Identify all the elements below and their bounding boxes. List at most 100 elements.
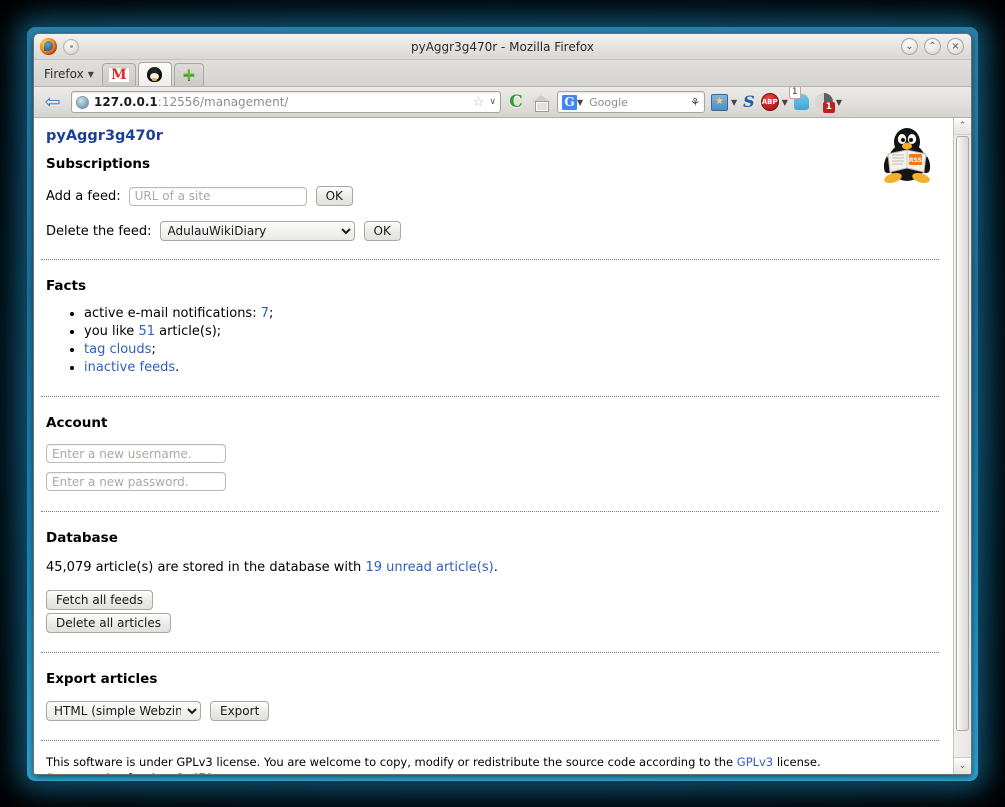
fact-suffix: ; (269, 306, 274, 321)
url-text: 127.0.0.1:12556/management/ (94, 95, 288, 109)
fact-suffix: ; (151, 342, 156, 357)
inactive-feeds-link[interactable]: inactive feeds (84, 360, 175, 375)
gplv3-link[interactable]: GPLv3 (737, 755, 773, 769)
browser-window: pyAggr3g470r - Mozilla Firefox ⌄ ⌃ × Fir… (33, 33, 972, 775)
adblock-icon: ABP (760, 93, 779, 111)
password-row (41, 472, 939, 491)
delete-feed-label: Delete the feed: (46, 223, 152, 239)
scroll-down-button[interactable]: ⌄ (954, 757, 971, 774)
maximize-button[interactable]: ⌃ (924, 38, 941, 55)
new-tab-button[interactable]: + (173, 63, 204, 86)
add-feed-ok-button[interactable]: OK (315, 186, 353, 206)
reload-icon[interactable]: C (507, 93, 525, 111)
source-code-suffix: of pyAggr3g470r. (117, 771, 221, 774)
search-input[interactable]: Google (589, 96, 628, 109)
window-controls: ⌄ ⌃ × (901, 38, 971, 55)
new-username-input[interactable] (46, 444, 226, 463)
desktop: pyAggr3g470r - Mozilla Firefox ⌄ ⌃ × Fir… (0, 0, 1005, 807)
chevron-down-icon[interactable]: ▼ (782, 98, 788, 107)
bookmark-star-icon[interactable]: ☆ (473, 95, 485, 110)
downloads-button[interactable]: 1 ▼ (814, 93, 842, 113)
divider-facts (41, 396, 939, 397)
delete-all-articles-button[interactable]: Delete all articles (46, 613, 171, 633)
divider-database (41, 652, 939, 653)
tab-strip: Firefox ▼ M + (34, 60, 971, 87)
export-format-select[interactable]: HTML (simple Webzine) (46, 701, 201, 721)
tux-favicon-icon (147, 67, 163, 82)
tag-clouds-link[interactable]: tag clouds (84, 342, 151, 357)
ghostery-button[interactable]: 1 (788, 86, 809, 110)
download-progress-icon: 1 (814, 93, 835, 113)
tab-pyaggr3g470r[interactable] (137, 62, 172, 86)
list-item: active e-mail notifications: 7; (84, 306, 939, 321)
chevron-down-icon: ▼ (87, 69, 94, 79)
minimize-button[interactable]: ⌄ (901, 38, 918, 55)
add-feed-row: Add a feed: OK (41, 186, 939, 206)
tab-gmail[interactable]: M (101, 63, 136, 86)
database-buttons: Fetch all feeds Delete all articles (41, 590, 939, 633)
new-password-input[interactable] (46, 472, 226, 491)
license-text-before: This software is under GPLv3 license. Yo… (46, 755, 737, 769)
source-code-line: Source code of pyAggr3g470r. (46, 771, 937, 774)
scroll-up-button[interactable]: ⌃ (954, 118, 971, 135)
url-path: :12556/management/ (157, 95, 289, 109)
page-title: pyAggr3g470r (46, 128, 163, 144)
fetch-all-feeds-button[interactable]: Fetch all feeds (46, 590, 154, 610)
home-icon[interactable] (531, 93, 551, 112)
source-code-link[interactable]: Source code (46, 771, 117, 774)
chevron-down-icon[interactable]: ▼ (836, 98, 842, 107)
fact-prefix: active e-mail notifications: (84, 306, 261, 321)
navigation-toolbar: ⇦ 127.0.0.1:12556/management/ ☆ ∨ C G ▼ … (34, 86, 971, 118)
chevron-down-icon[interactable]: ▼ (577, 98, 583, 107)
chevron-down-icon[interactable]: ∨ (489, 97, 496, 107)
firefox-logo-icon (40, 38, 57, 55)
facts-list: active e-mail notifications: 7; you like… (41, 306, 939, 375)
fact-suffix: . (175, 360, 180, 375)
license-text-after: license. (773, 755, 821, 769)
status-bar (34, 774, 971, 775)
chevron-down-icon[interactable]: ▼ (731, 98, 737, 107)
scrollbar-thumb[interactable] (956, 136, 969, 732)
firefox-menu-button[interactable]: Firefox ▼ (40, 67, 102, 86)
url-host: 127.0.0.1 (94, 95, 158, 109)
back-button[interactable]: ⇦ (40, 92, 65, 113)
close-button[interactable]: × (947, 38, 964, 55)
export-row: HTML (simple Webzine) Export (41, 701, 939, 721)
gmail-icon: M (108, 67, 130, 83)
delete-feed-row: Delete the feed: AdulauWikiDiary OK (41, 221, 939, 241)
page-content: RSS pyAggr3g470r Subscriptions Add a fee… (34, 118, 953, 774)
globe-icon (76, 95, 89, 109)
export-button[interactable]: Export (210, 701, 270, 721)
fact-suffix: article(s); (154, 324, 222, 339)
export-heading: Export articles (46, 671, 158, 687)
list-item: you like 51 article(s); (84, 324, 939, 339)
bookmarks-button[interactable]: ★ ▼ (711, 93, 737, 111)
vertical-scrollbar[interactable]: ⌃ ⌄ (953, 118, 971, 774)
url-bar[interactable]: 127.0.0.1:12556/management/ ☆ ∨ (71, 91, 501, 113)
ghostery-count-badge: 1 (788, 86, 801, 99)
liked-articles-count: 51 (138, 324, 155, 339)
skype-icon[interactable]: S (743, 94, 755, 110)
add-feed-input[interactable] (128, 186, 307, 206)
adblock-plus-button[interactable]: ABP ▼ (760, 93, 788, 111)
database-text-after: . (493, 560, 498, 575)
search-bar[interactable]: G ▼ Google ⚘ (557, 91, 705, 113)
delete-feed-ok-button[interactable]: OK (363, 221, 401, 241)
window-menu-button[interactable] (63, 38, 79, 55)
username-row (41, 444, 939, 463)
database-text-before: 45,079 article(s) are stored in the data… (46, 560, 366, 575)
list-item: inactive feeds. (84, 360, 939, 375)
bookmark-book-icon: ★ (711, 93, 728, 111)
account-heading: Account (46, 415, 108, 431)
subscriptions-heading: Subscriptions (46, 156, 150, 172)
scrollbar-track[interactable] (954, 135, 971, 757)
database-summary: 45,079 article(s) are stored in the data… (41, 560, 939, 575)
divider-subscriptions (41, 259, 939, 260)
unread-articles-link[interactable]: 19 unread article(s) (365, 560, 493, 575)
delete-feed-select[interactable]: AdulauWikiDiary (159, 221, 355, 241)
firefox-menu-label: Firefox (44, 67, 84, 81)
facts-heading: Facts (46, 278, 87, 294)
binoculars-icon[interactable]: ⚘ (690, 96, 700, 109)
email-notifications-count: 7 (260, 306, 269, 321)
add-feed-label: Add a feed: (46, 188, 121, 204)
